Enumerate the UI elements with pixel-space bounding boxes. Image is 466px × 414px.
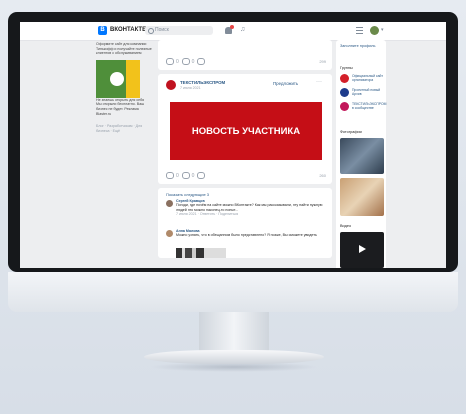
music-note-icon[interactable]: ♫ [240,26,245,33]
ad-image-circle [110,71,124,86]
search-placeholder: Поиск [155,27,169,33]
search-icon [148,28,154,34]
comment-2: Анна Малова Можно узнать, что в обещанно… [176,229,326,238]
apps-icon[interactable] [356,27,363,34]
comment-count: 0 [191,58,195,65]
group-avatar [340,102,349,111]
user-avatar[interactable] [370,26,379,35]
comment-count: 0 [191,172,195,179]
previous-post-actions: 0 0 [166,58,207,65]
feed: 0 0 299 ТЕКСТИЛЬЭКСПРОМ 7 июля 2021 Пред… [158,40,332,262]
notification-dot [230,25,234,29]
comment-author[interactable]: Анна Малова [176,229,200,233]
comment-1: Сергей Кравцов Погоди, где почём на сайт… [176,199,326,217]
like-icon[interactable] [166,58,174,65]
post-card: ТЕКСТИЛЬЭКСПРОМ 7 июля 2021 Предложить ·… [158,74,332,184]
post-date[interactable]: 7 июля 2021 [180,86,201,90]
ad-text-1[interactable]: Оформите сайт для компании Тинькофф и по… [96,42,154,56]
left-column: Оформите сайт для компании Тинькофф и по… [96,42,154,133]
video-label[interactable]: Видео [340,224,351,228]
like-count: 0 [176,172,179,179]
group-avatar[interactable] [166,80,176,90]
comment-meta[interactable]: 7 июля 2021 · Ответить · Поделиться [176,212,238,216]
photo-thumbnail[interactable] [340,138,384,174]
top-bar: B ВКОНТАКТЕ Поиск ♫ ▾ [20,22,446,41]
vk-logo-icon[interactable]: B [98,26,107,35]
search-input[interactable]: Поиск [145,26,213,35]
post-image-banner[interactable]: НОВОСТЬ УЧАСТНИКА [170,102,322,160]
like-icon[interactable] [166,172,174,179]
monitor-chin [8,272,458,312]
group-avatar [340,88,349,97]
monitor-stand-base [144,350,324,364]
banner-text: НОВОСТЬ УЧАСТНИКА [191,125,301,137]
ad-image[interactable] [96,59,140,98]
comment-icon[interactable] [181,172,190,179]
sidebar-title[interactable]: Заполните профиль [340,44,376,48]
previous-post-card: 0 0 299 [158,40,332,70]
notification-bell-icon[interactable] [225,25,234,34]
view-count: 299 [319,59,326,64]
post-actions: 0 0 [166,172,207,179]
ad-image-stripe [126,59,140,98]
photo-thumbnail[interactable] [340,178,384,216]
comment-icon[interactable] [181,58,190,65]
groups-label[interactable]: Группы [340,66,353,70]
group-item-label: Проектный новый Архив [352,88,381,96]
share-icon[interactable] [197,172,206,179]
monitor-stand-neck [199,312,269,354]
like-count: 0 [176,58,179,65]
comments-section: Показать следующие 3 Сергей Кравцов Пого… [158,188,332,258]
post-view-count: 260 [319,173,326,178]
brand-name[interactable]: ВКОНТАКТЕ [110,27,146,33]
group-item-label: ТЕКСТИЛЬЭКСПРОМ в сообществе [352,102,387,110]
comment-text: Погоди, где почём на сайте можно ВКонтак… [176,203,323,212]
group-avatar [340,74,349,83]
comment-author[interactable]: Сергей Кравцов [176,199,205,203]
comment-text: Можно узнать, что в обещанном было предс… [176,233,317,238]
show-more-comments-link[interactable]: Показать следующие 3 [166,192,209,197]
group-item-label: Официальный сайт организатора [352,74,383,82]
more-options-icon[interactable]: ··· [316,79,322,85]
monitor-screen: B ВКОНТАКТЕ Поиск ♫ ▾ Оформите сайт для … [20,22,446,268]
play-icon[interactable] [359,245,366,253]
ad-text-3[interactable]: Мы открыли бесплатно. Ваш бизнес не буде… [96,102,154,116]
comment-attachment[interactable] [176,248,226,258]
suggest-button[interactable]: Предложить [273,81,298,86]
group-name[interactable]: ТЕКСТИЛЬЭКСПРОМ [180,80,225,85]
commenter-avatar[interactable] [166,200,173,207]
chevron-down-icon[interactable]: ▾ [381,27,384,33]
right-sidebar: Заполните профиль Группы Официальный сай… [336,40,386,268]
share-icon[interactable] [197,58,206,65]
footer-links[interactable]: Блог · Разработчикам · Для бизнеса · Ещё [96,124,154,133]
photos-label[interactable]: Фотографии [340,130,362,134]
commenter-avatar[interactable] [166,230,173,237]
